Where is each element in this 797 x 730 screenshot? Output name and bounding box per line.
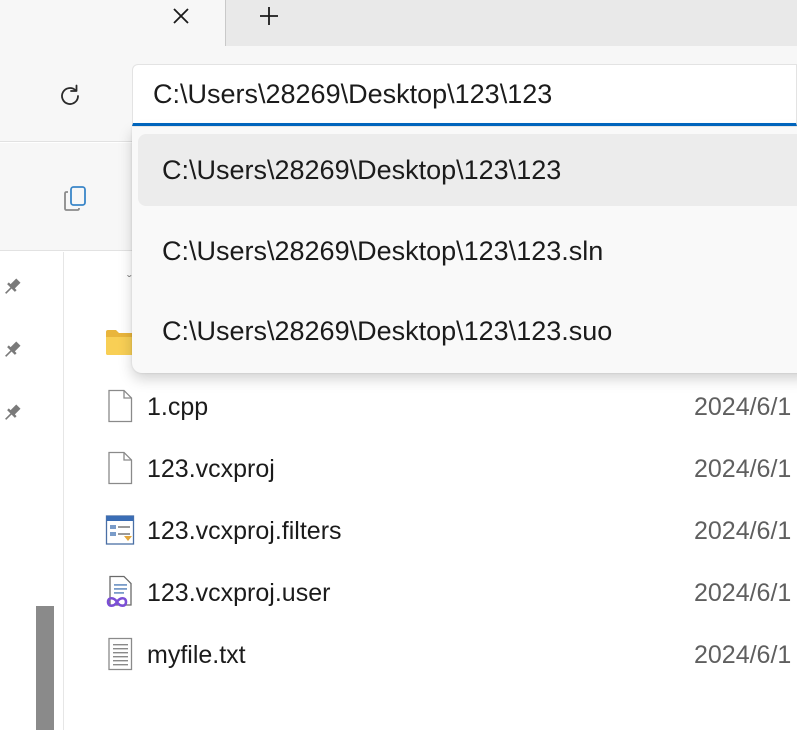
suggestion-item[interactable]: C:\Users\28269\Desktop\123\123 <box>138 134 797 206</box>
tab-strip <box>0 0 797 46</box>
pin-icon[interactable] <box>0 274 24 300</box>
vs-user-file-icon <box>106 575 132 608</box>
file-name: myfile.txt <box>147 641 246 669</box>
copy-button[interactable] <box>55 179 95 219</box>
pin-icon[interactable] <box>0 337 24 363</box>
file-row[interactable]: 123.vcxproj 2024/6/1 <box>65 438 797 500</box>
file-row[interactable]: 123.vcxproj.user 2024/6/1 <box>65 562 797 624</box>
file-date: 2024/6/1 <box>694 517 792 545</box>
active-tab[interactable] <box>0 0 225 46</box>
tab-divider <box>225 0 226 46</box>
suggestion-item[interactable]: C:\Users\28269\Desktop\123\123.suo <box>138 295 797 367</box>
suggestion-item[interactable]: C:\Users\28269\Desktop\123\123.sln <box>138 215 797 287</box>
file-name: 1.cpp <box>147 393 209 421</box>
plus-icon <box>260 7 278 25</box>
file-date: 2024/6/1 <box>694 579 792 607</box>
nav-scrollbar-thumb[interactable] <box>36 606 54 730</box>
file-name: 123.vcxproj.filters <box>147 517 342 545</box>
file-row[interactable]: myfile.txt 2024/6/1 <box>65 624 797 686</box>
refresh-icon <box>61 84 79 105</box>
file-name: 123.vcxproj <box>147 455 275 483</box>
file-date: 2024/6/1 <box>694 393 792 421</box>
close-icon <box>173 8 189 24</box>
refresh-button[interactable] <box>50 76 90 116</box>
file-name: 123.vcxproj.user <box>147 579 331 607</box>
file-date: 2024/6/1 <box>694 641 792 669</box>
blank-file-icon <box>108 451 133 485</box>
text-file-icon <box>108 637 133 671</box>
navigation-pane <box>0 252 64 730</box>
sort-caret-icon[interactable]: ˇ <box>127 272 132 288</box>
pin-icon[interactable] <box>0 400 24 426</box>
address-input[interactable]: C:\Users\28269\Desktop\123\123 <box>132 64 797 126</box>
blank-file-icon <box>108 389 133 423</box>
vs-filters-file-icon <box>105 515 135 545</box>
file-row[interactable]: 123.vcxproj.filters 2024/6/1 <box>65 500 797 562</box>
new-tab-button[interactable] <box>248 0 290 32</box>
tab-close-button[interactable] <box>160 0 202 32</box>
file-row[interactable]: 1.cpp 2024/6/1 <box>65 376 797 438</box>
file-date: 2024/6/1 <box>694 455 792 483</box>
copy-icon <box>64 186 86 211</box>
address-suggestions-dropdown: C:\Users\28269\Desktop\123\123 C:\Users\… <box>132 127 797 373</box>
